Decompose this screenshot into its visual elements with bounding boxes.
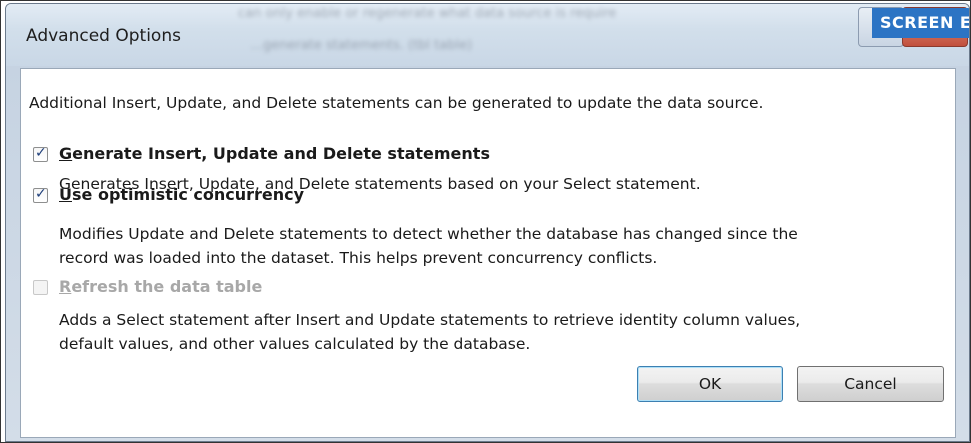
title-bar[interactable]: can only enable or regenerate what data … [6,4,969,66]
dialog-content: Additional Insert, Update, and Delete st… [20,68,956,438]
background-window-text: can only enable or regenerate what data … [238,6,617,21]
optimistic-concurrency-description-line1: Modifies Update and Delete statements to… [59,225,798,243]
refresh-data-table-description-line2: default values, and other values calcula… [59,335,531,353]
optimistic-concurrency-label[interactable]: Use optimistic concurrency [59,184,304,206]
optimistic-concurrency-description-line2: record was loaded into the dataset. This… [59,249,658,267]
ok-button[interactable]: OK [637,366,783,402]
refresh-data-table-description-line1: Adds a Select statement after Insert and… [59,311,801,329]
advanced-options-dialog: can only enable or regenerate what data … [5,3,970,442]
screen-watermark-badge: SCREEN E [872,8,969,38]
optimistic-concurrency-checkbox[interactable] [33,186,48,203]
generate-statements-checkbox[interactable] [33,145,48,162]
cancel-button[interactable]: Cancel [797,366,944,402]
background-window-text: …generate statements. (tbl table) [250,38,473,53]
access-key: U [59,185,72,204]
label-text: se optimistic concurrency [72,185,305,204]
label-text: efresh the data table [71,277,263,296]
refresh-data-table-label: Refresh the data table [59,276,262,298]
dialog-title: Advanced Options [26,26,181,46]
access-key: R [59,277,72,296]
refresh-data-table-checkbox[interactable] [33,280,48,295]
screenshot-frame: can only enable or regenerate what data … [0,0,971,443]
intro-text: Additional Insert, Update, and Delete st… [29,94,764,112]
generate-statements-label[interactable]: Generate Insert, Update and Delete state… [59,143,490,165]
access-key: G [59,144,73,163]
label-text: enerate Insert, Update and Delete statem… [72,144,490,163]
